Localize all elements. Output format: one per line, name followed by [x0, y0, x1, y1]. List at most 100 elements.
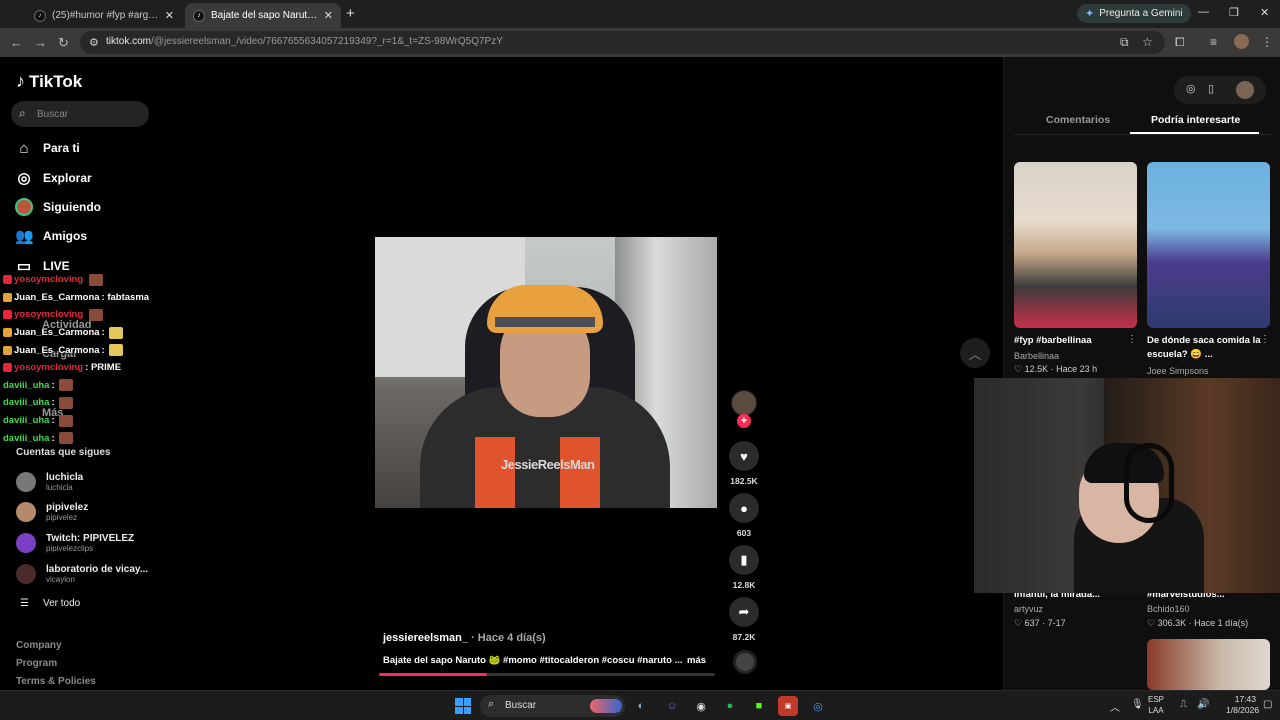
- video-card-thumbnail[interactable]: [1147, 162, 1270, 328]
- media-icon[interactable]: ≡: [1210, 35, 1217, 49]
- clock[interactable]: 17:43 1/8/2026: [1226, 694, 1259, 716]
- gemini-sparkle-icon: ✦: [1085, 8, 1095, 20]
- network-icon[interactable]: ⎍: [1180, 699, 1187, 710]
- comment-button[interactable]: ●: [729, 493, 759, 523]
- profile-avatar[interactable]: [1234, 34, 1249, 49]
- video-card-title[interactable]: De dónde saca comida la escuela? 😄 ...: [1147, 334, 1262, 362]
- tab-close-icon[interactable]: ✕: [324, 9, 333, 22]
- video-card-thumbnail[interactable]: [1014, 162, 1137, 328]
- video-card-user[interactable]: Barbellinaa: [1014, 351, 1059, 361]
- previous-video-button[interactable]: ︿: [960, 338, 990, 368]
- chat-username: Juan_Es_Carmona: [14, 344, 100, 356]
- following-avatar: [15, 198, 33, 216]
- spotify-icon[interactable]: ●: [720, 696, 740, 716]
- new-tab-icon[interactable]: +: [346, 5, 355, 22]
- gemini-button[interactable]: ✦ Pregunta a Gemini: [1077, 4, 1191, 23]
- following-account[interactable]: laboratorio de vicay... vicaylon: [16, 560, 148, 588]
- right-panel: ◎ ▯ Comentarios Podría interesarte #fyp …: [1003, 57, 1280, 690]
- tab-comentarios[interactable]: Comentarios: [1046, 114, 1110, 126]
- chrome-icon[interactable]: ◎: [808, 696, 828, 716]
- url-field[interactable]: ⚙ tiktok.com/@jessiereelsman_/video/7667…: [80, 31, 1165, 54]
- video-card-thumbnail[interactable]: [1147, 639, 1270, 690]
- forward-icon[interactable]: →: [34, 35, 47, 50]
- nav-item-amigos[interactable]: 👥 Amigos: [15, 225, 87, 247]
- notifications-icon[interactable]: ▢: [1263, 699, 1272, 710]
- chat-emote-icon: [89, 308, 104, 321]
- cast-icon[interactable]: ⧉: [1120, 35, 1129, 50]
- footer-link[interactable]: Program: [16, 658, 57, 669]
- chat-emote-icon: [89, 273, 104, 286]
- video-card-user[interactable]: Bchido160: [1147, 604, 1190, 614]
- tiktok-logo[interactable]: ♪ TikTok: [16, 71, 82, 92]
- more-options-icon[interactable]: ⋮: [1260, 334, 1270, 345]
- browser-tab-1[interactable]: ♪ (25)#humor #fyp #argentinaarg ✕: [26, 3, 182, 28]
- language-indicator[interactable]: ESP LAA: [1148, 694, 1164, 716]
- compass-icon: ◎: [17, 170, 31, 187]
- extensions-icon[interactable]: ⧠: [1175, 35, 1185, 50]
- save-button[interactable]: ▮: [729, 545, 759, 575]
- creator-avatar[interactable]: [731, 390, 757, 416]
- back-icon[interactable]: ←: [10, 35, 23, 50]
- kick-icon[interactable]: ■: [749, 696, 769, 716]
- reload-icon[interactable]: ↻: [58, 35, 69, 51]
- like-button[interactable]: ♥: [729, 441, 759, 471]
- minimize-icon[interactable]: —: [1198, 6, 1209, 18]
- chat-text: :: [51, 397, 55, 409]
- phone-icon[interactable]: ▯: [1208, 82, 1214, 95]
- music-disc-icon[interactable]: [733, 650, 757, 674]
- chat-message: yosoymcloving: [3, 271, 149, 289]
- nav-item-siguiendo[interactable]: Siguiendo: [15, 196, 101, 218]
- microphone-icon[interactable]: 🎙: [1131, 699, 1144, 710]
- follow-plus-icon[interactable]: +: [737, 414, 751, 428]
- maximize-icon[interactable]: ❐: [1229, 6, 1239, 19]
- account-avatar: [16, 472, 36, 492]
- chat-message: daviii_uha:: [3, 394, 149, 412]
- nav-label: Explorar: [43, 171, 92, 185]
- tiktok-favicon-icon: ♪: [34, 9, 46, 22]
- chat-emote-icon: [58, 379, 73, 392]
- search-input[interactable]: [37, 105, 142, 123]
- video-card-user[interactable]: Joee Simpsons: [1147, 366, 1209, 376]
- more-button[interactable]: más: [687, 655, 706, 666]
- url-text: tiktok.com/@jessiereelsman_/video/766765…: [106, 36, 503, 47]
- compass-icon[interactable]: ◎: [1186, 82, 1196, 95]
- discord-icon[interactable]: ☺: [662, 696, 682, 716]
- see-all-button[interactable]: ☰ Ver todo: [20, 598, 80, 609]
- footer-link[interactable]: Terms & Policies: [16, 676, 96, 687]
- video-card-title[interactable]: #fyp #barbellinaa: [1014, 334, 1129, 348]
- video-author-line[interactable]: jessiereelsman_ · Hace 4 día(s): [383, 632, 546, 644]
- tray-chevron-up-icon[interactable]: ︿: [1110, 699, 1120, 714]
- like-count: 182.5K: [730, 476, 758, 486]
- chat-username: daviii_uha: [3, 397, 50, 409]
- tab-close-icon[interactable]: ✕: [165, 9, 174, 22]
- chat-emote-icon: [58, 396, 73, 409]
- site-info-icon[interactable]: ⚙: [89, 36, 99, 49]
- user-avatar[interactable]: [1236, 81, 1254, 99]
- chat-badge-icon: [3, 310, 12, 320]
- more-options-icon[interactable]: ⋮: [1127, 334, 1137, 345]
- following-account[interactable]: luchicla luchicla: [16, 468, 83, 496]
- chat-username: yosoymcloving: [14, 309, 84, 321]
- chat-message: daviii_uha:: [3, 412, 149, 430]
- video-progress-bar[interactable]: [379, 673, 715, 676]
- nav-item-explorar[interactable]: ◎ Explorar: [15, 167, 92, 189]
- taskbar-search[interactable]: ⌕ Buscar: [480, 695, 625, 717]
- bookmark-star-icon[interactable]: ☆: [1142, 35, 1153, 49]
- nav-item-para-ti[interactable]: ⌂ Para ti: [15, 137, 79, 159]
- browser-tab-2[interactable]: ♪ Bajate del sapo Naruto - Momo ✕: [185, 3, 341, 28]
- share-button[interactable]: ➦: [729, 597, 759, 627]
- voicemod-icon[interactable]: ▣: [778, 696, 798, 716]
- video-author[interactable]: jessiereelsman_: [383, 632, 468, 644]
- following-account[interactable]: pipivelez pipivelez: [16, 498, 88, 526]
- footer-link[interactable]: Company: [16, 640, 62, 651]
- video-card-user[interactable]: artyvuz: [1014, 604, 1043, 614]
- tab-podria-interesarte[interactable]: Podría interesarte: [1151, 114, 1240, 126]
- windows-start-icon[interactable]: [455, 698, 471, 714]
- volume-icon[interactable]: 🔊: [1197, 699, 1209, 710]
- following-account[interactable]: Twitch: PIPIVELEZ pipivelezclips: [16, 529, 134, 557]
- video-player[interactable]: JessieReelsMan: [375, 237, 717, 508]
- close-window-icon[interactable]: ✕: [1260, 6, 1269, 19]
- obs-icon[interactable]: ◉: [691, 696, 711, 716]
- browser-menu-icon[interactable]: ⋮: [1261, 35, 1273, 49]
- steam-icon[interactable]: ◐: [631, 696, 651, 716]
